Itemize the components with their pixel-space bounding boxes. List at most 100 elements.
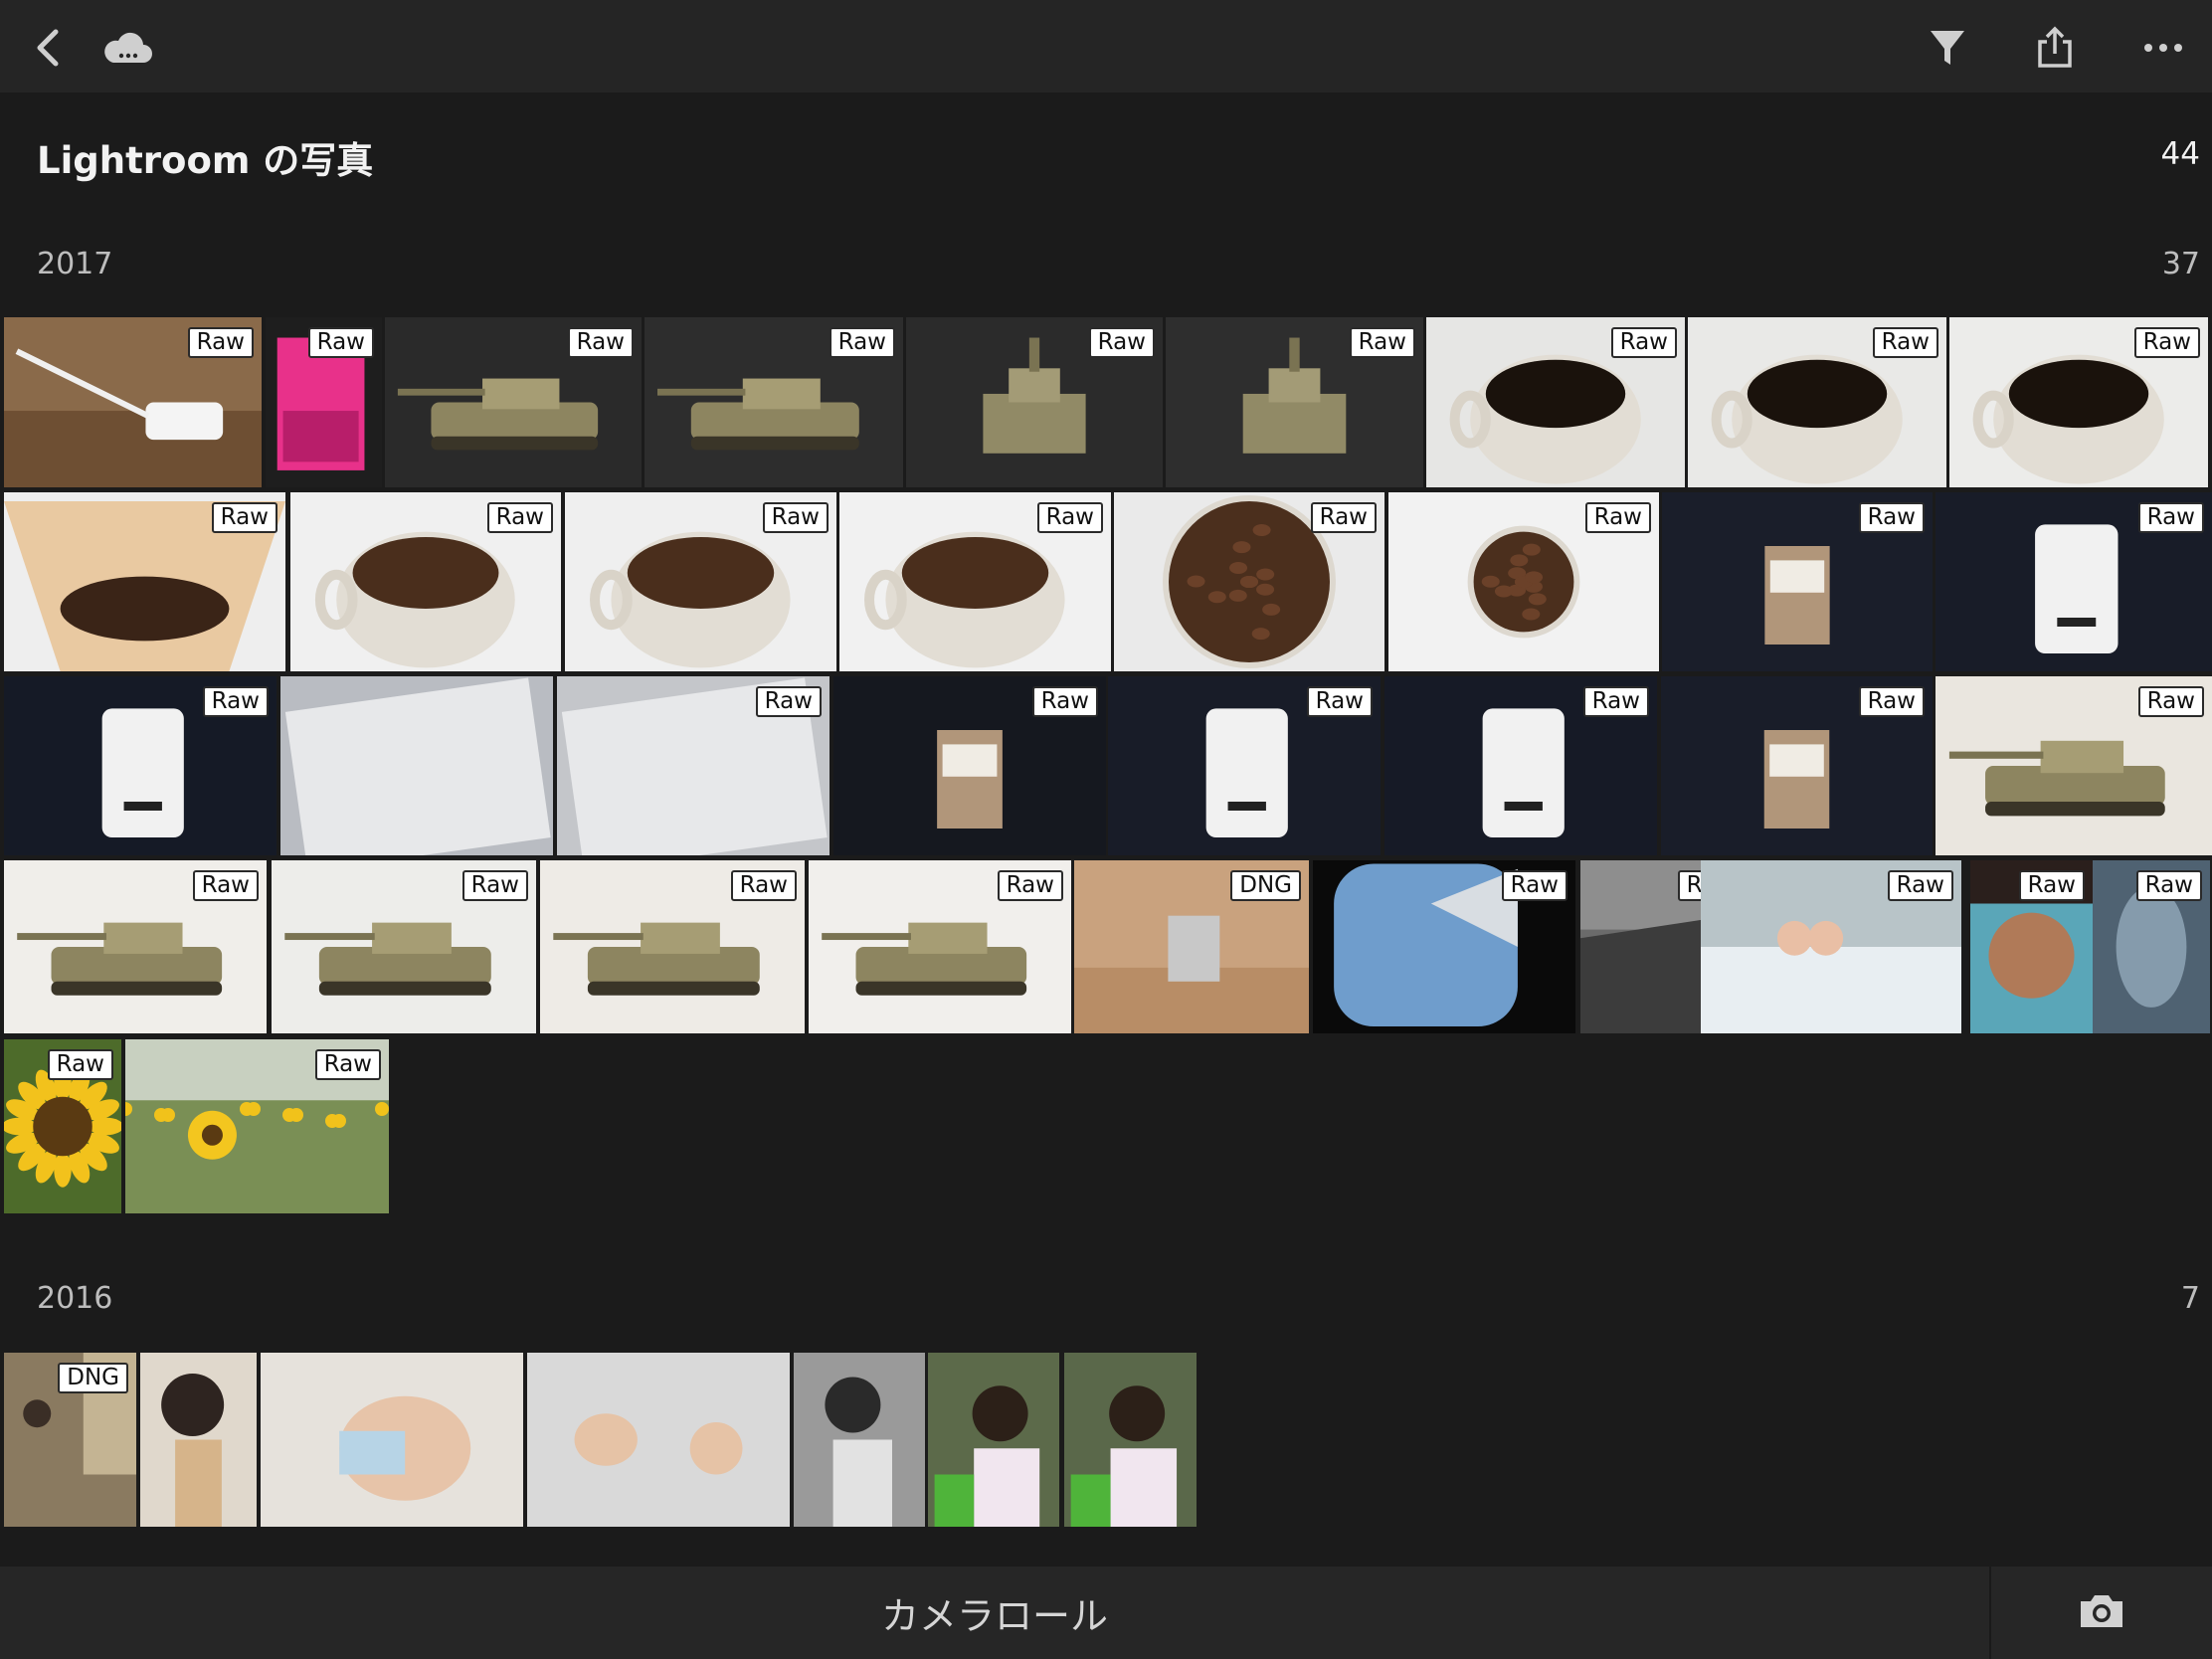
photo-thumbnail[interactable]	[1064, 1353, 1197, 1527]
photo-thumbnail[interactable]	[527, 1353, 790, 1527]
format-badge: Raw	[755, 686, 822, 717]
chevron-left-icon	[30, 28, 66, 68]
photo-thumbnail[interactable]: Raw	[1426, 317, 1685, 487]
photo-thumbnail[interactable]: Raw	[833, 676, 1106, 855]
photo-thumbnail[interactable]: Raw	[4, 860, 267, 1033]
photo-thumbnail[interactable]: Raw	[272, 860, 536, 1033]
format-badge: Raw	[47, 1049, 113, 1080]
photo-image	[284, 677, 551, 855]
format-badge: Raw	[1031, 686, 1098, 717]
format-badge: Raw	[1610, 327, 1677, 358]
photo-image	[339, 1395, 471, 1501]
section-year: 2016	[37, 1281, 113, 1316]
photo-thumbnail[interactable]: Raw	[1949, 317, 2208, 487]
format-badge: Raw	[2135, 870, 2202, 901]
section-year: 2017	[37, 247, 113, 281]
format-badge: Raw	[2018, 870, 2085, 901]
photo-image	[574, 1413, 743, 1475]
photo-thumbnail[interactable]: Raw	[1166, 317, 1423, 487]
format-badge: Raw	[187, 327, 254, 358]
photo-thumbnail[interactable]: Raw	[906, 317, 1163, 487]
photo-thumbnail[interactable]	[928, 1353, 1059, 1527]
photo-thumbnail[interactable]: Raw	[839, 492, 1111, 671]
format-badge: DNG	[1230, 870, 1301, 901]
share-button[interactable]	[2023, 16, 2087, 80]
photo-image	[825, 1377, 892, 1527]
photo-thumbnail[interactable]	[140, 1353, 257, 1527]
format-badge: Raw	[486, 502, 553, 533]
photo-thumbnail[interactable]: Raw	[125, 1039, 389, 1213]
format-badge: Raw	[211, 502, 277, 533]
format-badge: Raw	[1858, 502, 1925, 533]
photo-thumbnail[interactable]: Raw	[1108, 676, 1381, 855]
photo-thumbnail[interactable]: Raw	[4, 317, 262, 487]
album-header: Lightroom の写真 44	[0, 92, 2212, 222]
top-toolbar	[0, 0, 2212, 92]
format-badge: Raw	[2133, 327, 2200, 358]
format-badge: Raw	[192, 870, 259, 901]
photo-thumbnail[interactable]	[280, 676, 553, 855]
photo-thumbnail[interactable]: Raw	[266, 317, 382, 487]
format-badge: Raw	[829, 327, 895, 358]
format-badge: Raw	[730, 870, 797, 901]
photo-thumbnail[interactable]: Raw	[540, 860, 805, 1033]
format-badge: Raw	[2137, 686, 2204, 717]
cloud-sync-button[interactable]	[95, 16, 159, 80]
photo-thumbnail[interactable]: Raw	[1661, 676, 1933, 855]
format-badge: Raw	[997, 870, 1063, 901]
section-header-2017: 2017 37	[0, 247, 2212, 306]
back-button[interactable]	[16, 16, 80, 80]
camera-roll-button[interactable]: カメラロール	[0, 1567, 1989, 1659]
share-icon	[2035, 26, 2075, 70]
format-badge: Raw	[1310, 502, 1377, 533]
photo-thumbnail[interactable]: Raw	[1970, 860, 2093, 1033]
format-badge: Raw	[461, 870, 528, 901]
filter-button[interactable]	[1916, 16, 1979, 80]
more-icon	[2143, 42, 2183, 54]
format-badge: Raw	[2137, 502, 2204, 533]
bottom-bar: カメラロール	[0, 1567, 2212, 1659]
camera-button[interactable]	[2069, 1580, 2134, 1646]
photo-image	[934, 1385, 1040, 1527]
photo-thumbnail[interactable]: Raw	[1662, 492, 1933, 671]
photo-thumbnail[interactable]: Raw	[4, 492, 285, 671]
format-badge: Raw	[1306, 686, 1373, 717]
format-badge: Raw	[1349, 327, 1415, 358]
photo-thumbnail[interactable]: Raw	[4, 1039, 121, 1213]
photo-thumbnail[interactable]: DNG	[4, 1353, 136, 1527]
format-badge: Raw	[1501, 870, 1567, 901]
photo-thumbnail[interactable]: Raw	[809, 860, 1071, 1033]
photo-thumbnail[interactable]: Raw	[557, 676, 830, 855]
format-badge: Raw	[1584, 502, 1651, 533]
camera-icon	[2077, 1591, 2126, 1635]
divider	[1989, 1567, 1991, 1659]
more-button[interactable]	[2131, 16, 2195, 80]
section-count: 7	[2180, 1281, 2200, 1316]
photo-thumbnail[interactable]: Raw	[385, 317, 642, 487]
format-badge: Raw	[202, 686, 269, 717]
section-header-2016: 2016 7	[0, 1281, 2212, 1341]
filter-icon	[1928, 27, 1967, 69]
photo-thumbnail[interactable]: DNG	[1074, 860, 1309, 1033]
photo-thumbnail[interactable]: Raw	[2093, 860, 2210, 1033]
photo-thumbnail[interactable]: Raw	[1701, 860, 1961, 1033]
photo-thumbnail[interactable]: Raw	[1688, 317, 1946, 487]
photo-thumbnail[interactable]: Raw	[1384, 676, 1657, 855]
photo-thumbnail[interactable]: Raw	[1313, 860, 1575, 1033]
photo-thumbnail[interactable]: Raw	[4, 676, 276, 855]
photo-thumbnail[interactable]	[261, 1353, 523, 1527]
format-badge: Raw	[1582, 686, 1649, 717]
photo-thumbnail[interactable]: Raw	[1114, 492, 1384, 671]
photo-thumbnail[interactable]: Raw	[1388, 492, 1659, 671]
format-badge: Raw	[1036, 502, 1103, 533]
format-badge: Raw	[1887, 870, 1953, 901]
photo-thumbnail[interactable]: Raw	[1936, 676, 2212, 855]
photo-image	[161, 1374, 225, 1527]
photo-thumbnail[interactable]: Raw	[1936, 492, 2212, 671]
photo-thumbnail[interactable]: Raw	[565, 492, 836, 671]
format-badge: Raw	[567, 327, 634, 358]
photo-thumbnail[interactable]: Raw	[645, 317, 903, 487]
photo-thumbnail[interactable]: Raw	[290, 492, 561, 671]
photo-thumbnail[interactable]	[794, 1353, 925, 1527]
album-photo-count: 44	[2160, 136, 2200, 172]
